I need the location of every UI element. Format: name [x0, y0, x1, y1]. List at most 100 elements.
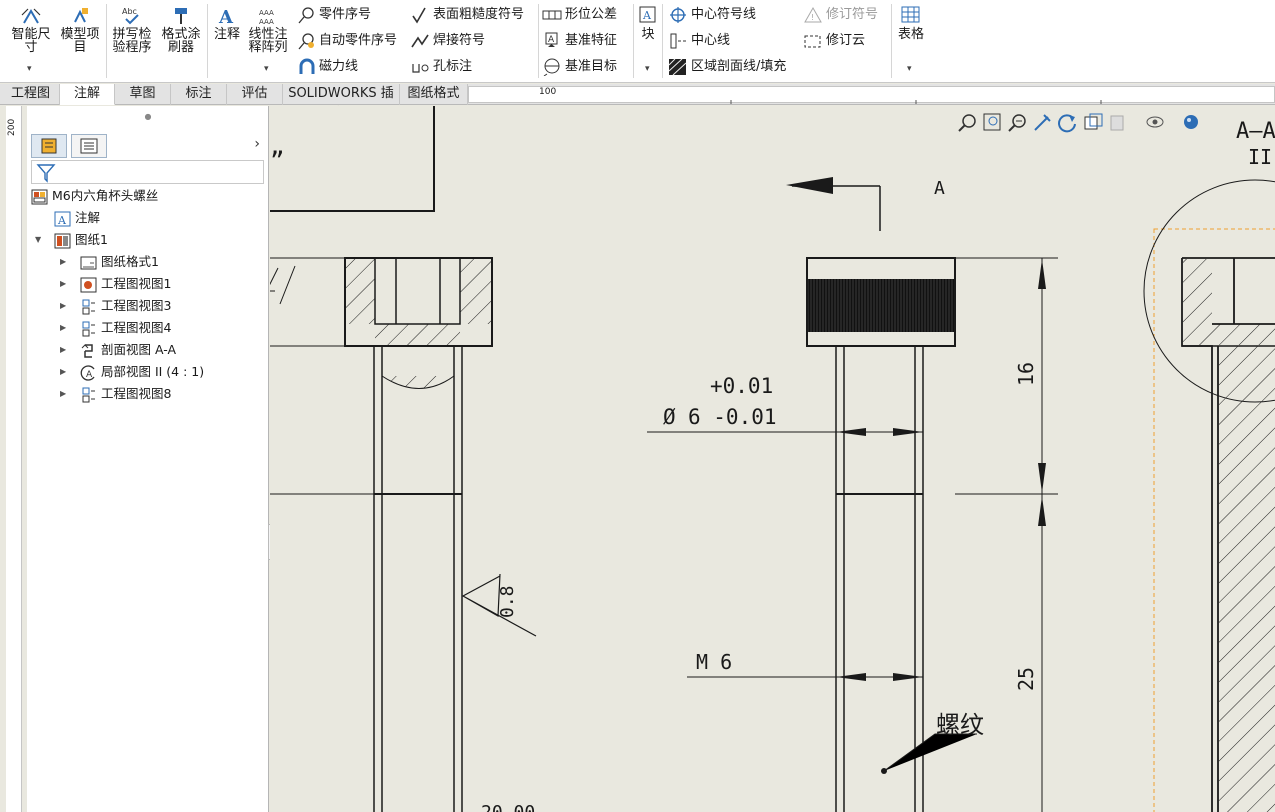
- tree-item-drawing-view4[interactable]: ▶ 工程图视图4: [57, 318, 171, 338]
- magnetic-line-button[interactable]: 磁力线: [296, 57, 358, 77]
- collapsed-arrow-icon[interactable]: ▶: [60, 274, 66, 294]
- drawing-document-icon: [31, 189, 48, 204]
- surface-finish-button[interactable]: 表面粗糙度符号: [410, 5, 524, 25]
- chevron-down-icon[interactable]: ▾: [645, 64, 650, 74]
- drawing-view-icon: [80, 277, 97, 292]
- tree-item-detail-view[interactable]: ▶ A 局部视图 II (4 : 1): [57, 362, 204, 382]
- collapsed-arrow-icon[interactable]: ▶: [60, 340, 66, 360]
- datum-feature-button[interactable]: A 基准特征: [542, 31, 617, 51]
- hole-callout-button[interactable]: 孔标注: [410, 57, 472, 77]
- tree-item-drawing-view3[interactable]: ▶ 工程图视图3: [57, 296, 171, 316]
- view-title: A—A: [1236, 119, 1275, 144]
- diameter-symbol: Ø: [663, 405, 676, 429]
- revision-cloud-button[interactable]: 修订云: [803, 31, 865, 51]
- tab-drawing[interactable]: 工程图: [2, 84, 60, 105]
- top-ruler: 100: [468, 86, 1275, 104]
- tree-item-section-view[interactable]: ▶ 剖面视图 A-A: [57, 340, 176, 360]
- revision-cloud-icon: [804, 35, 821, 47]
- scene-appearance-icon[interactable]: [1180, 112, 1202, 134]
- chevron-down-icon[interactable]: ▾: [264, 64, 269, 74]
- tree-item-drawing-view1[interactable]: ▶ 工程图视图1: [57, 274, 171, 294]
- rotate-icon[interactable]: [1057, 112, 1079, 134]
- panel-grip[interactable]: ●: [27, 112, 269, 122]
- spell-check-button[interactable]: Abc 拼写检 验程序: [108, 6, 156, 54]
- linear-note-pattern-button[interactable]: AAA AAA 线性注 释阵列: [245, 6, 291, 54]
- tab-sketch[interactable]: 草图: [115, 84, 171, 105]
- pan-icon[interactable]: [1032, 112, 1054, 134]
- linear-note-pattern-icon: AAAAAA: [259, 9, 274, 26]
- collapsed-arrow-icon[interactable]: ▶: [60, 318, 66, 338]
- note-button[interactable]: A 注释: [209, 6, 245, 41]
- surface-finish-icon: [412, 7, 426, 24]
- tab-markup[interactable]: 标注: [171, 84, 227, 105]
- zoom-to-fit-icon[interactable]: [957, 112, 979, 134]
- ribbon-separator: [538, 4, 539, 78]
- block-button[interactable]: A 块: [636, 6, 660, 41]
- smart-dimension-button[interactable]: 智能尺 寸: [6, 6, 56, 54]
- tab-evaluate[interactable]: 评估: [227, 84, 283, 105]
- table-icon: [901, 6, 920, 23]
- collapsed-arrow-icon[interactable]: ▶: [60, 252, 66, 272]
- centerline-button[interactable]: 中心线: [668, 31, 730, 51]
- chevron-down-icon[interactable]: ▾: [907, 64, 912, 74]
- hide-show-items-icon[interactable]: [1145, 112, 1167, 134]
- geometric-tolerance-button[interactable]: 形位公差: [542, 5, 617, 25]
- tab-sheet-format[interactable]: 图纸格式: [400, 84, 468, 105]
- model-items-button[interactable]: 模型项 目: [56, 6, 104, 54]
- chevron-right-icon[interactable]: ›: [254, 136, 260, 152]
- tree-item-sheet1[interactable]: ▼ 图纸1: [31, 230, 108, 250]
- tree-item-drawing-view8[interactable]: ▶ 工程图视图8: [57, 384, 171, 404]
- previous-view-icon[interactable]: [1007, 112, 1029, 134]
- tree-item-sheet-format[interactable]: ▶ 图纸格式1: [57, 252, 159, 272]
- center-mark-button[interactable]: 中心符号线: [668, 5, 756, 25]
- datum-target-icon: [543, 58, 560, 76]
- view-orientation-icon[interactable]: [1082, 112, 1104, 134]
- chevron-down-icon[interactable]: ▾: [27, 64, 32, 74]
- command-manager-ribbon: 智能尺 寸 ▾ 模型项 目 Abc 拼写检 验程序 格式涂 刷器 A 注释 AA…: [0, 0, 1275, 83]
- tree-item-annotations[interactable]: A 注解: [54, 208, 100, 228]
- drawing-sheet: 0.8 A +0.01 Ø 6 -0.01 16 25 M 6 螺纹 ” A—A…: [270, 106, 1275, 812]
- revision-symbol-button[interactable]: ! 修订符号: [803, 5, 878, 25]
- expanded-arrow-icon[interactable]: ▼: [35, 230, 41, 250]
- area-hatch-icon: [668, 58, 687, 75]
- balloon-button[interactable]: 零件序号: [296, 5, 371, 25]
- auto-balloon-icon: [298, 32, 314, 49]
- drawing-canvas[interactable]: 0.8 A +0.01 Ø 6 -0.01 16 25 M 6 螺纹 ” A—A…: [270, 106, 1275, 812]
- heads-up-toolbar: [955, 112, 1215, 136]
- property-manager-icon: [80, 138, 98, 154]
- collapsed-arrow-icon[interactable]: ▶: [60, 296, 66, 316]
- collapsed-arrow-icon[interactable]: ▶: [60, 362, 66, 382]
- tab-annotation[interactable]: 注解: [60, 84, 115, 105]
- right-section-view: [1143, 179, 1275, 812]
- property-manager-tab[interactable]: [71, 134, 107, 158]
- sheet-icon: [54, 233, 71, 248]
- annotations-icon: A: [54, 211, 71, 227]
- display-style-icon[interactable]: [1107, 112, 1129, 134]
- ribbon-separator: [207, 4, 208, 78]
- svg-text:A: A: [548, 35, 555, 45]
- collapsed-arrow-icon[interactable]: ▶: [60, 384, 66, 404]
- feature-manager-tab[interactable]: [31, 134, 67, 158]
- tree-root-part[interactable]: M6内六角杯头螺丝: [31, 186, 158, 206]
- center-mark-icon: [670, 6, 686, 23]
- weld-symbol-icon: [411, 34, 429, 47]
- dimension-25: 25: [1014, 667, 1038, 691]
- spell-check-icon: Abc: [122, 7, 139, 25]
- tree-filter-input[interactable]: [31, 160, 264, 184]
- frame-line: [270, 106, 435, 212]
- ruler-mark: 100: [539, 87, 557, 97]
- table-button[interactable]: 表格: [894, 6, 928, 41]
- datum-target-button[interactable]: 基准目标: [542, 57, 617, 77]
- roughness-value: 0.8: [497, 585, 518, 618]
- thread-note: 螺纹: [936, 711, 984, 739]
- zoom-area-icon[interactable]: [982, 112, 1004, 134]
- auto-balloon-button[interactable]: 自动零件序号: [296, 31, 397, 51]
- area-hatch-button[interactable]: 区域剖面线/填充: [668, 57, 786, 77]
- quote-mark: ”: [270, 147, 284, 175]
- left-ruler: 200: [6, 106, 22, 812]
- feature-manager-panel: ● › M6内六角杯头螺丝 A 注解 ▼ 图纸1 ▶ 图纸格式1 ▶ 工程图视图…: [27, 106, 275, 812]
- format-painter-button[interactable]: 格式涂 刷器: [157, 6, 205, 54]
- tab-solidworks-addins[interactable]: SOLIDWORKS 插件: [283, 84, 400, 121]
- bottom-dimension: 20.00: [481, 802, 535, 812]
- weld-symbol-button[interactable]: 焊接符号: [410, 31, 485, 51]
